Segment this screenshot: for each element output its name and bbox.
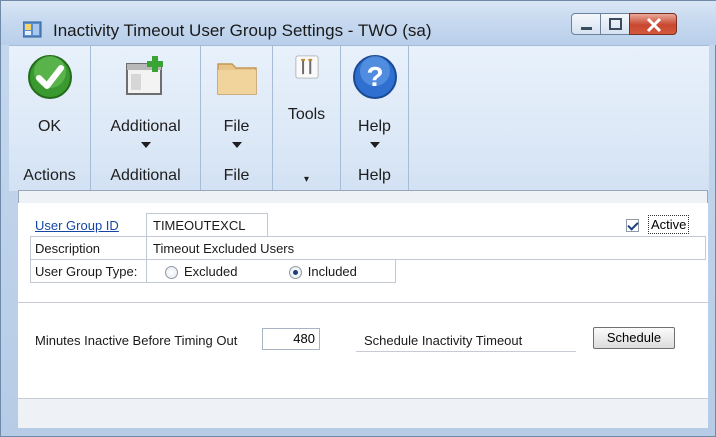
maximize-icon [609, 18, 622, 30]
minimize-icon [581, 27, 592, 30]
window-title: Inactivity Timeout User Group Settings -… [53, 21, 432, 40]
user-group-id-row: User Group ID TIMEOUTEXCL [30, 213, 706, 237]
help-group-label: Help [358, 167, 391, 184]
ribbon-group-actions: OK Actions [9, 46, 91, 192]
file-label: File [223, 118, 250, 135]
user-group-type-label: User Group Type: [30, 259, 147, 283]
ribbon-group-tools: Tools ▾ [273, 46, 341, 192]
dropdown-arrow-icon [369, 142, 380, 148]
description-label: Description [30, 236, 147, 260]
ok-button[interactable]: OK [9, 46, 90, 166]
schedule-button[interactable]: Schedule [593, 327, 675, 349]
radio-included-label: Included [307, 264, 357, 279]
close-button[interactable] [629, 13, 677, 35]
help-button[interactable]: ? Help [341, 46, 408, 166]
user-group-id-link[interactable]: User Group ID [35, 218, 119, 233]
radio-excluded-circle[interactable] [165, 266, 178, 280]
file-button[interactable]: File [201, 46, 272, 166]
status-bar [18, 398, 708, 428]
user-group-type-row: User Group Type: Excluded Included [30, 259, 400, 283]
dropdown-arrow-icon [231, 142, 242, 148]
folder-icon [216, 63, 257, 95]
close-icon [646, 17, 662, 33]
tools-button[interactable]: Tools [273, 46, 340, 166]
help-question-icon: ? [352, 55, 397, 99]
additional-button[interactable]: Additional [91, 46, 200, 166]
user-group-id-field[interactable]: TIMEOUTEXCL [146, 213, 268, 237]
dropdown-arrow-icon [140, 142, 151, 148]
minutes-inactive-label: Minutes Inactive Before Timing Out [35, 333, 238, 348]
radio-included-circle[interactable] [288, 266, 302, 280]
ribbon-toolbar: OK Actions Additional Additional File Fi… [9, 45, 709, 192]
tools-label: Tools [287, 106, 326, 123]
radio-excluded-label: Excluded [184, 264, 238, 279]
active-label[interactable]: Active [648, 215, 690, 234]
help-label: Help [358, 118, 391, 135]
radio-included[interactable]: Included [288, 264, 357, 280]
schedule-inactivity-label: Schedule Inactivity Timeout [364, 333, 523, 348]
minutes-inactive-input[interactable]: 480 [262, 328, 320, 350]
description-field[interactable]: Timeout Excluded Users [146, 236, 706, 260]
schedule-underline [356, 351, 576, 352]
actions-group-label: Actions [23, 167, 76, 184]
ok-label: OK [37, 118, 62, 135]
file-group-label: File [223, 167, 250, 184]
tools-dropdown-arrow-icon[interactable]: ▾ [273, 174, 340, 185]
maximize-button[interactable] [600, 13, 630, 35]
user-group-type-radio-group: Excluded Included [146, 259, 396, 283]
description-row: Description Timeout Excluded Users [30, 236, 706, 260]
app-icon [23, 21, 42, 38]
minimize-button[interactable] [571, 13, 601, 35]
active-checkbox[interactable] [626, 219, 639, 232]
ribbon-group-help: ? Help Help [341, 46, 409, 192]
additional-window-plus-icon [125, 56, 163, 95]
title-bar: Inactivity Timeout User Group Settings -… [1, 1, 716, 45]
ok-check-icon [27, 55, 72, 99]
ribbon-group-additional: Additional Additional [91, 46, 201, 192]
radio-excluded[interactable]: Excluded [165, 264, 238, 280]
tools-icon [295, 55, 318, 79]
additional-group-label: Additional [110, 167, 181, 184]
svg-text:?: ? [366, 61, 383, 92]
additional-label: Additional [110, 118, 181, 135]
section-divider [18, 302, 708, 303]
ribbon-group-file: File File [201, 46, 273, 192]
